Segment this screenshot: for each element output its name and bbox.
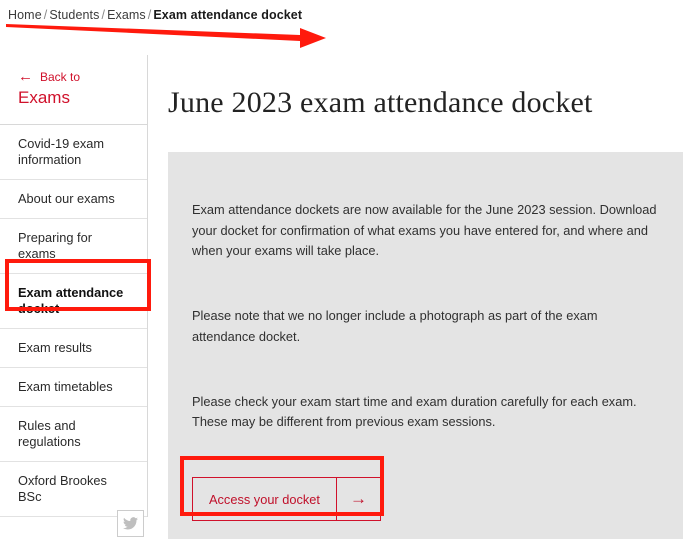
access-your-docket-button[interactable]: Access your docket → — [192, 477, 381, 521]
access-your-docket-label: Access your docket — [193, 478, 336, 520]
sidebar-back-link[interactable]: ← Back to Exams — [0, 55, 147, 125]
sidebar-item-oxford-brookes-bsc[interactable]: Oxford Brookes BSc — [0, 462, 147, 517]
sidebar-item-rules-and-regulations[interactable]: Rules and regulations — [0, 407, 147, 462]
twitter-link[interactable] — [117, 510, 144, 537]
sidebar-back-prefix: Back to — [40, 71, 80, 83]
breadcrumb-item-current: Exam attendance docket — [153, 8, 302, 22]
breadcrumb-separator: / — [99, 8, 107, 22]
paragraph-photograph-note: Please note that we no longer include a … — [192, 306, 660, 347]
sidebar-item-covid-19-exam-information[interactable]: Covid-19 exam information — [0, 125, 147, 180]
sidebar-item-exam-attendance-docket[interactable]: Exam attendance docket — [0, 274, 147, 329]
sidebar-back-target: Exams — [18, 88, 147, 108]
breadcrumb: Home/Students/Exams/Exam attendance dock… — [8, 8, 302, 22]
paragraph-availability: Exam attendance dockets are now availabl… — [192, 200, 660, 262]
twitter-icon — [123, 517, 138, 530]
breadcrumb-item-exams[interactable]: Exams — [107, 8, 146, 22]
breadcrumb-item-home[interactable]: Home — [8, 8, 42, 22]
paragraph-start-time-note: Please check your exam start time and ex… — [192, 392, 660, 433]
sidebar-item-preparing-for-exams[interactable]: Preparing for exams — [0, 219, 147, 274]
cta-container: Access your docket → — [192, 477, 661, 521]
sidebar-item-exam-results[interactable]: Exam results — [0, 329, 147, 368]
main-content: June 2023 exam attendance docket Exam at… — [148, 55, 699, 539]
sidebar-item-about-our-exams[interactable]: About our exams — [0, 180, 147, 219]
breadcrumb-item-students[interactable]: Students — [49, 8, 99, 22]
red-pointer-arrow — [0, 18, 340, 50]
sidebar-item-exam-timetables[interactable]: Exam timetables — [0, 368, 147, 407]
arrow-left-icon: ← — [18, 69, 33, 84]
arrow-right-icon: → — [336, 478, 380, 520]
page-root: Home/Students/Exams/Exam attendance dock… — [0, 0, 699, 539]
content-panel: Exam attendance dockets are now availabl… — [168, 152, 683, 539]
sidebar: ← Back to Exams Covid-19 exam informatio… — [0, 55, 148, 517]
page-title: June 2023 exam attendance docket — [168, 86, 593, 120]
